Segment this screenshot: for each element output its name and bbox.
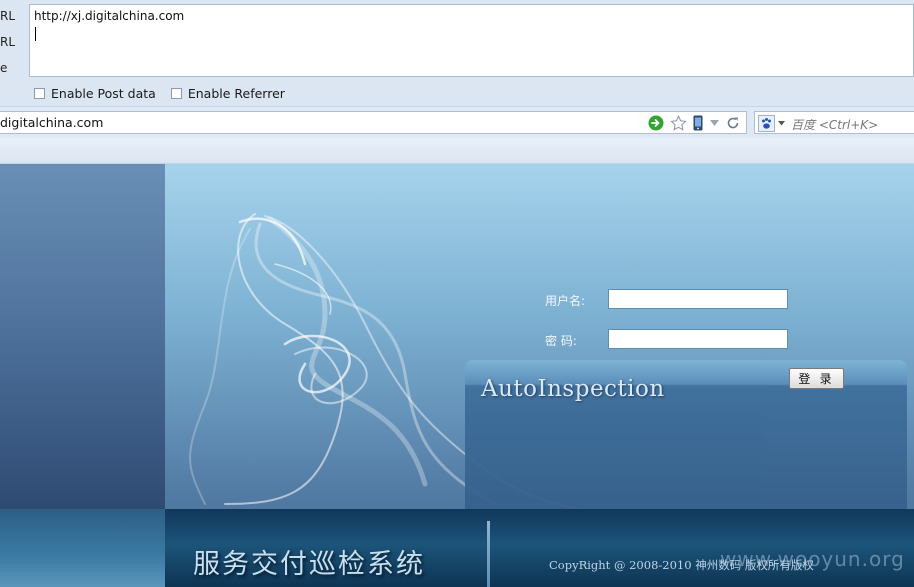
bookmark-star-icon[interactable] [670,114,687,132]
dropdown-arrow-icon[interactable] [709,118,720,128]
search-placeholder: 百度 <Ctrl+K> [791,118,879,132]
address-text: digitalchina.com [0,115,104,130]
mobile-device-icon[interactable] [693,115,703,131]
footer-left-block [0,509,165,587]
password-label: 密 码: [545,334,577,348]
system-brand-title: 服务交付巡检系统 [193,549,425,580]
footer-band: 服务交付巡检系统 www.wooyun.org CopyRight @ 2008… [0,509,914,587]
enable-post-label: Enable Post data [51,85,156,101]
login-page: AutoInspection 用户名: 密 码: 登 录 服务交付巡检系统 ww… [0,164,914,587]
password-input[interactable] [608,329,788,349]
go-arrow-icon[interactable] [648,115,664,131]
copyright-text: CopyRight @ 2008-2010 神州数码 版权所有版权 [549,558,814,572]
login-button[interactable]: 登 录 [789,368,844,389]
hackbar-label-load-url[interactable]: RL [0,9,15,23]
enable-referrer-checkbox[interactable] [170,87,182,99]
hackbar-panel: RL RL e http://xj.digitalchina.com Enabl… [0,0,914,106]
username-label: 用户名: [545,294,586,308]
hackbar-url-text: http://xj.digitalchina.com [34,9,185,23]
enable-referrer-option[interactable]: Enable Referrer [170,85,285,101]
username-input[interactable] [608,289,788,309]
reload-icon[interactable] [726,116,740,130]
enable-post-checkbox[interactable] [34,87,45,99]
address-bar[interactable]: digitalchina.com [0,111,747,134]
baidu-paw-icon[interactable] [758,114,786,132]
footer-divider [487,521,490,587]
left-gradient-panel [0,164,165,509]
app-title: AutoInspection [481,376,665,402]
hackbar-labels: RL RL e [0,0,28,80]
hackbar-label-execute[interactable]: e [0,61,7,75]
search-box[interactable]: 百度 <Ctrl+K> [754,111,914,134]
hackbar-label-split-url[interactable]: RL [0,35,15,49]
text-caret [35,27,36,41]
hackbar-url-textarea[interactable]: http://xj.digitalchina.com [29,4,914,77]
enable-referrer-label: Enable Referrer [187,85,285,101]
enable-post-option[interactable]: Enable Post data [34,86,156,101]
address-bar-icons [642,114,740,132]
hackbar-options: Enable Post data Enable Referrer [34,84,300,102]
browser-toolbar-strip [0,138,914,164]
navigation-bar: digitalchina.com 百度 <Ctrl+K> [0,106,914,138]
